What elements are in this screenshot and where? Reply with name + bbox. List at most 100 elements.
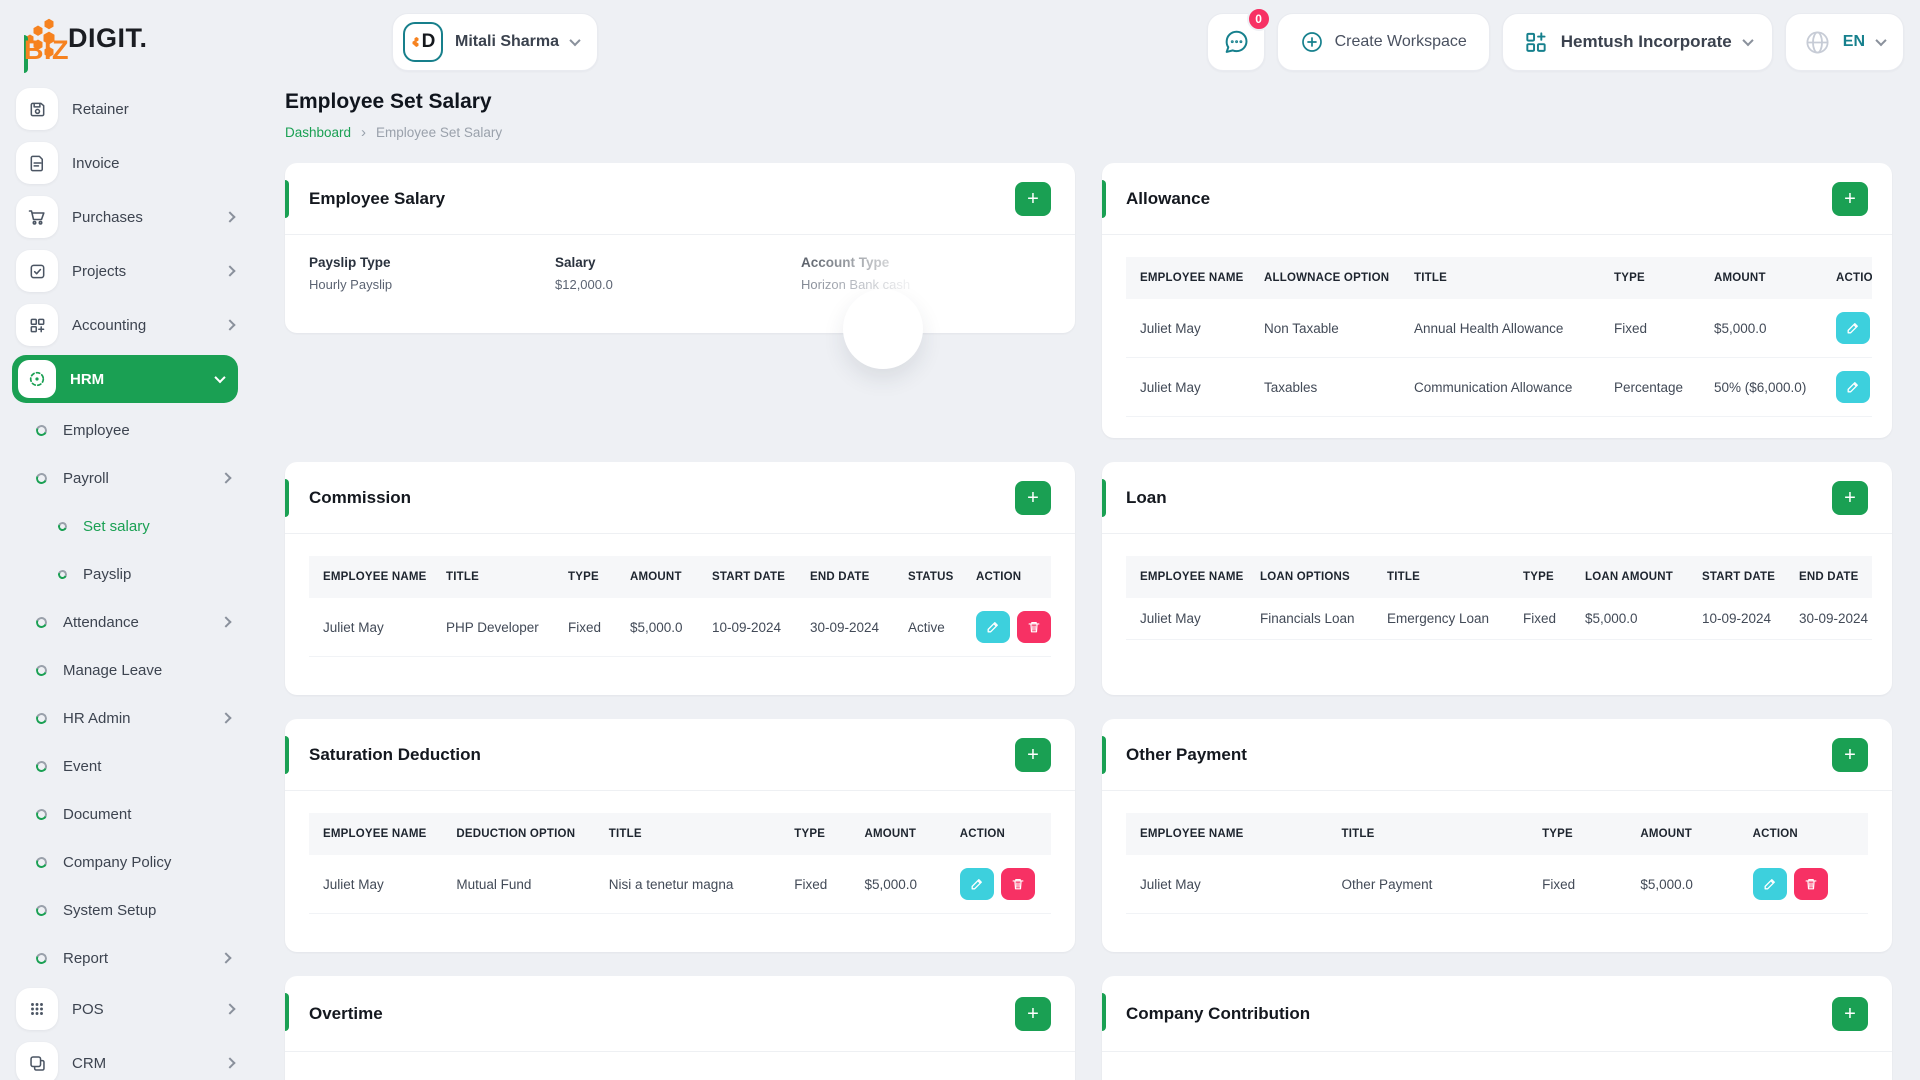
card-accent-bar	[1102, 993, 1106, 1031]
sidebar-item-document[interactable]: Document	[0, 790, 252, 838]
chevron-right-icon	[220, 616, 231, 627]
card-accent-bar	[285, 993, 289, 1031]
allowance-table-wrap: EMPLOYEE NAME ALLOWNACE OPTION TITLE TYP…	[1126, 257, 1872, 417]
chevron-right-icon	[224, 1057, 235, 1068]
sidebar-item-purchases[interactable]: Purchases	[0, 190, 252, 244]
sidebar-item-accounting[interactable]: Accounting	[0, 298, 252, 352]
breadcrumb-dashboard-link[interactable]: Dashboard	[285, 125, 351, 140]
sidebar-item-employee[interactable]: Employee	[0, 406, 252, 454]
commission-card: Commission + EMPLOYEE NAME TITLE TYPE AM…	[285, 462, 1075, 695]
delete-button[interactable]	[1017, 611, 1051, 643]
sidebar-item-manage-leave[interactable]: Manage Leave	[0, 646, 252, 694]
table-row: Juliet May Other Payment Fixed $5,000.0	[1126, 855, 1868, 914]
sidebar-item-retainer[interactable]: Retainer	[0, 82, 252, 136]
language-selector[interactable]: EN	[1785, 13, 1904, 71]
edit-button[interactable]	[1753, 868, 1787, 900]
add-other-payment-button[interactable]: +	[1832, 738, 1868, 772]
create-workspace-button[interactable]: Create Workspace	[1277, 13, 1490, 71]
allowance-header: Allowance +	[1102, 163, 1892, 235]
commission-header: Commission +	[285, 462, 1075, 534]
edit-button[interactable]	[960, 868, 994, 900]
cards-grid: Employee Salary + Payslip Type Hourly Pa…	[285, 163, 1892, 1080]
delete-button[interactable]	[1794, 868, 1828, 900]
column-header: EMPLOYEE NAME	[1126, 257, 1254, 299]
pencil-icon	[970, 877, 984, 891]
sidebar-item-set-salary[interactable]: Set salary	[0, 502, 252, 550]
plus-circle-icon	[1300, 30, 1324, 54]
employee-salary-fields: Payslip Type Hourly Payslip Salary $12,0…	[285, 235, 1075, 292]
add-loan-button[interactable]: +	[1832, 481, 1868, 515]
card-accent-bar	[1102, 479, 1106, 517]
other-payment-header: Other Payment +	[1102, 719, 1892, 791]
sidebar-item-payroll[interactable]: Payroll	[0, 454, 252, 502]
sidebar-item-attendance[interactable]: Attendance	[0, 598, 252, 646]
workspace-selector[interactable]: Hemtush Incorporate	[1502, 13, 1773, 71]
trash-icon	[1011, 877, 1025, 891]
add-employee-salary-button[interactable]: +	[1015, 182, 1051, 216]
column-header: TYPE	[1513, 556, 1575, 598]
edit-button[interactable]	[976, 611, 1010, 643]
add-overtime-button[interactable]: +	[1015, 997, 1051, 1031]
sidebar-item-crm[interactable]: CRM	[0, 1036, 252, 1080]
brand-logo[interactable]: DIGIT.BIZ	[24, 18, 148, 58]
floppy-icon	[16, 88, 58, 130]
column-header: ALLOWNACE OPTION	[1254, 257, 1404, 299]
chevron-down-icon	[214, 372, 225, 383]
overtime-card: Overtime +	[285, 976, 1075, 1080]
edit-button[interactable]	[1836, 371, 1870, 403]
chevron-right-icon	[224, 265, 235, 276]
table-header-row: EMPLOYEE NAME LOAN OPTIONS TITLE TYPE LO…	[1126, 556, 1872, 598]
sidebar-item-invoice[interactable]: Invoice	[0, 136, 252, 190]
sidebar-item-event[interactable]: Event	[0, 742, 252, 790]
card-accent-bar	[1102, 180, 1106, 218]
sidebar-item-projects[interactable]: Projects	[0, 244, 252, 298]
sidebar-item-hrm[interactable]: HRM	[12, 355, 238, 403]
sidebar-item-system-setup[interactable]: System Setup	[0, 886, 252, 934]
chevron-right-icon	[220, 952, 231, 963]
crm-icon	[16, 1042, 58, 1080]
allowance-card: Allowance + EMPLOYEE NAME ALLOWNACE OPTI…	[1102, 163, 1892, 438]
column-header: TYPE	[1604, 257, 1704, 299]
loan-table: EMPLOYEE NAME LOAN OPTIONS TITLE TYPE LO…	[1126, 556, 1872, 640]
add-commission-button[interactable]: +	[1015, 481, 1051, 515]
column-header: LOAN AMOUNT	[1575, 556, 1692, 598]
column-header: STATUS	[898, 556, 966, 598]
sidebar-item-pos[interactable]: POS	[0, 982, 252, 1036]
edit-button[interactable]	[1836, 312, 1870, 344]
create-workspace-label: Create Workspace	[1335, 33, 1467, 51]
column-header: TITLE	[1404, 257, 1604, 299]
delete-button[interactable]	[1001, 868, 1035, 900]
chat-badge: 0	[1247, 7, 1271, 31]
column-header: EMPLOYEE NAME	[1126, 556, 1250, 598]
main-content: Employee Set Salary Dashboard › Employee…	[252, 74, 1920, 1080]
card-accent-bar	[1102, 736, 1106, 774]
column-header: TITLE	[1377, 556, 1513, 598]
chat-icon	[1222, 28, 1250, 56]
chevron-right-icon	[224, 211, 235, 222]
table-row: Juliet May Taxables Communication Allowa…	[1126, 358, 1872, 417]
chat-button[interactable]: 0	[1207, 13, 1265, 71]
add-allowance-button[interactable]: +	[1832, 182, 1868, 216]
bullet-icon	[34, 711, 48, 725]
bullet-icon	[57, 568, 69, 580]
column-header: DEDUCTION OPTION	[446, 813, 598, 855]
employee-salary-header: Employee Salary +	[285, 163, 1075, 235]
column-header: TYPE	[558, 556, 620, 598]
field-salary: Salary $12,000.0	[555, 255, 801, 292]
sidebar-item-company-policy[interactable]: Company Policy	[0, 838, 252, 886]
company-contribution-card: Company Contribution +	[1102, 976, 1892, 1080]
dots-grid-icon	[16, 988, 58, 1030]
bullet-icon	[34, 759, 48, 773]
add-company-contribution-button[interactable]: +	[1832, 997, 1868, 1031]
other-payment-card: Other Payment + EMPLOYEE NAME TITLE TYPE…	[1102, 719, 1892, 952]
sidebar-item-payslip[interactable]: Payslip	[0, 550, 252, 598]
bullet-icon	[34, 807, 48, 821]
sidebar-item-report[interactable]: Report	[0, 934, 252, 982]
table-header-row: EMPLOYEE NAME DEDUCTION OPTION TITLE TYP…	[309, 813, 1051, 855]
column-header: ACTION	[1826, 257, 1872, 299]
add-saturation-deduction-button[interactable]: +	[1015, 738, 1051, 772]
column-header: ACTION	[1743, 813, 1868, 855]
sidebar-item-hr-admin[interactable]: HR Admin	[0, 694, 252, 742]
user-selector[interactable]: D Mitali Sharma	[392, 13, 598, 71]
bullet-icon	[57, 520, 69, 532]
